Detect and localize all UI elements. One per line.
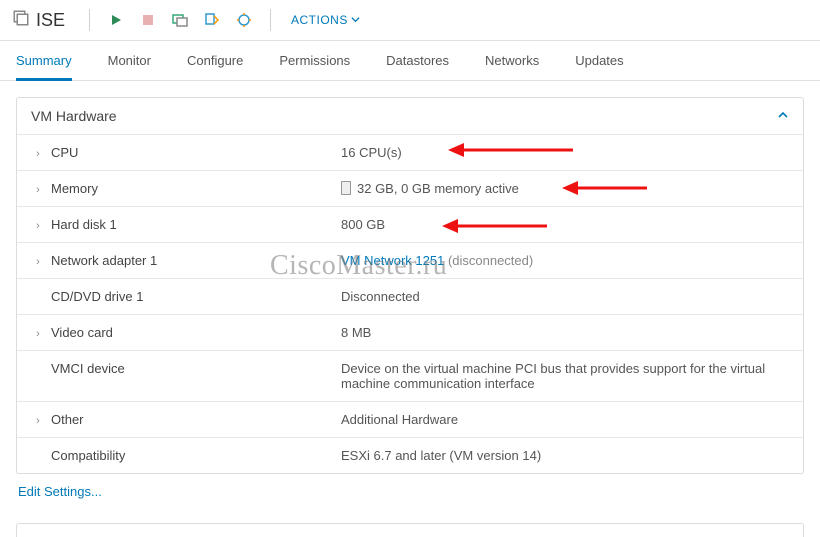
value: 16 CPU(s): [327, 135, 803, 171]
label: CD/DVD drive 1: [51, 289, 143, 304]
panel-title: VM Hardware: [31, 108, 117, 124]
chevron-down-icon: [351, 13, 360, 27]
panel-header[interactable]: VM Hardware: [17, 98, 803, 134]
row-memory[interactable]: › Memory 32 GB, 0 GB memory active: [17, 171, 803, 207]
vm-icon: [12, 9, 30, 32]
tab-summary[interactable]: Summary: [16, 41, 72, 80]
label: VMCI device: [51, 361, 125, 376]
row-cddvd: CD/DVD drive 1 Disconnected: [17, 279, 803, 315]
tab-bar: Summary Monitor Configure Permissions Da…: [0, 41, 820, 81]
label: CPU: [51, 145, 78, 160]
value: Disconnected: [327, 279, 803, 315]
power-off-icon[interactable]: [136, 8, 160, 32]
hardware-table: › CPU 16 CPU(s) › Memory 32 GB, 0 GB memor…: [17, 134, 803, 473]
row-hard-disk[interactable]: › Hard disk 1 800 GB: [17, 207, 803, 243]
actions-menu[interactable]: ACTIONS: [291, 13, 360, 27]
value: ESXi 6.7 and later (VM version 14): [327, 438, 803, 474]
label: Memory: [51, 181, 98, 196]
tab-permissions[interactable]: Permissions: [279, 41, 350, 80]
separator: [89, 9, 90, 31]
chevron-right-icon: ›: [31, 415, 45, 427]
tab-datastores[interactable]: Datastores: [386, 41, 449, 80]
actions-label: ACTIONS: [291, 13, 348, 27]
value: Device on the virtual machine PCI bus th…: [327, 351, 803, 402]
value: 800 GB: [327, 207, 803, 243]
chevron-right-icon: ›: [31, 328, 45, 340]
value: 8 MB: [327, 315, 803, 351]
vm-title: ISE: [12, 9, 65, 32]
vm-name: ISE: [36, 10, 65, 31]
tab-configure[interactable]: Configure: [187, 41, 243, 80]
memory-icon: [341, 181, 351, 195]
row-vmci: VMCI device Device on the virtual machin…: [17, 351, 803, 402]
label: Network adapter 1: [51, 253, 157, 268]
snapshot-icon[interactable]: [232, 8, 256, 32]
vm-hardware-panel: VM Hardware › CPU 16 CPU(s) › Memory 32 GB…: [16, 97, 804, 474]
chevron-right-icon: ›: [31, 256, 45, 268]
power-on-icon[interactable]: [104, 8, 128, 32]
launch-console-icon[interactable]: [168, 8, 192, 32]
label: Hard disk 1: [51, 217, 117, 232]
label: Compatibility: [51, 448, 125, 463]
label: Other: [51, 412, 84, 427]
network-link[interactable]: VM Network 1251: [341, 253, 444, 268]
edit-settings-link[interactable]: Edit Settings...: [16, 474, 104, 503]
row-network-adapter[interactable]: › Network adapter 1 VM Network 1251 (disc…: [17, 243, 803, 279]
value: Additional Hardware: [327, 402, 803, 438]
chevron-right-icon: ›: [31, 220, 45, 232]
row-other[interactable]: › Other Additional Hardware: [17, 402, 803, 438]
tab-updates[interactable]: Updates: [575, 41, 623, 80]
chevron-right-icon: ›: [31, 148, 45, 160]
row-video-card[interactable]: › Video card 8 MB: [17, 315, 803, 351]
edit-settings-icon[interactable]: [200, 8, 224, 32]
tab-networks[interactable]: Networks: [485, 41, 539, 80]
network-status: (disconnected): [444, 253, 533, 268]
chevron-up-icon: [777, 108, 789, 124]
separator: [270, 9, 271, 31]
value: 32 GB, 0 GB memory active: [357, 181, 519, 196]
tab-monitor[interactable]: Monitor: [108, 41, 151, 80]
row-cpu[interactable]: › CPU 16 CPU(s): [17, 135, 803, 171]
next-panel-top: [16, 523, 804, 537]
row-compatibility: Compatibility ESXi 6.7 and later (VM ver…: [17, 438, 803, 474]
label: Video card: [51, 325, 113, 340]
chevron-right-icon: ›: [31, 184, 45, 196]
